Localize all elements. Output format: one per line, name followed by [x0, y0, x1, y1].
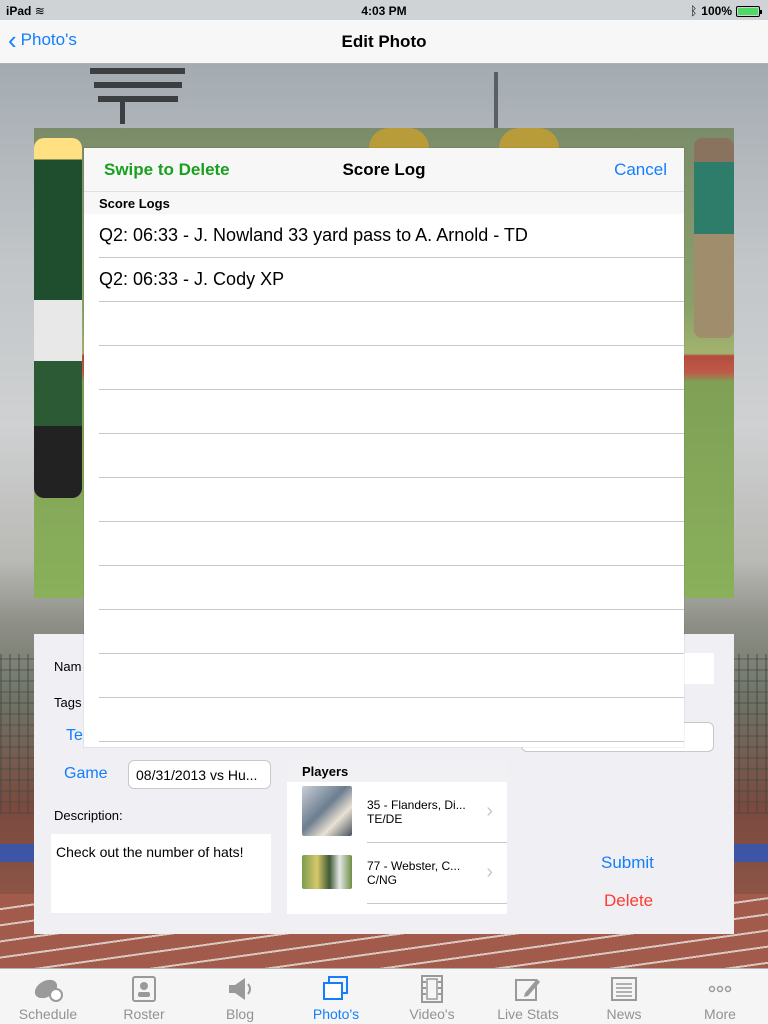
stadium-light-image — [90, 68, 185, 124]
description-label: Description: — [54, 808, 123, 823]
team-button[interactable]: Te — [66, 727, 83, 745]
popover-title: Score Log — [342, 160, 426, 179]
players-list: Players 35 - Flanders, Di... TE/DE › 77 … — [287, 760, 507, 914]
page-title: Edit Photo — [341, 32, 427, 51]
score-log-list: Q2: 06:33 - J. Nowland 33 yard pass to A… — [84, 214, 684, 742]
status-bar: iPad ≋ 4:03 PM ᛒ 100% — [0, 0, 768, 20]
football-calendar-icon — [32, 975, 64, 1003]
more-icon — [704, 975, 736, 1003]
tab-bar: Schedule Roster Blog Photo's Video's Liv… — [0, 968, 768, 1024]
game-field[interactable]: 08/31/2013 vs Hu... — [128, 760, 271, 789]
name-label: Nam — [54, 659, 82, 674]
tab-videos[interactable]: Video's — [384, 969, 480, 1024]
empty-row — [99, 698, 684, 742]
submit-button[interactable]: Submit — [601, 853, 654, 873]
empty-row — [99, 610, 684, 654]
player-name: 35 - Flanders, Di... — [367, 798, 466, 812]
tab-live-stats[interactable]: Live Stats — [480, 969, 576, 1024]
player-thumbnail — [302, 855, 352, 889]
popover-toolbar: Swipe to Delete Score Log Cancel — [84, 148, 684, 192]
score-log-entry[interactable]: Q2: 06:33 - J. Cody XP — [99, 258, 684, 302]
tab-photos[interactable]: Photo's — [288, 969, 384, 1024]
tab-label: Blog — [225, 1006, 255, 1022]
cancel-button[interactable]: Cancel — [614, 160, 667, 180]
navigation-bar: ‹ Photo's Edit Photo — [0, 20, 768, 64]
tab-schedule[interactable]: Schedule — [0, 969, 96, 1024]
chevron-right-icon: › — [486, 861, 493, 883]
megaphone-icon — [224, 975, 256, 1003]
empty-row — [99, 434, 684, 478]
tab-label: Video's — [409, 1006, 455, 1022]
player-position: TE/DE — [367, 812, 403, 826]
tab-news[interactable]: News — [576, 969, 672, 1024]
tab-blog[interactable]: Blog — [192, 969, 288, 1024]
players-header: Players — [287, 760, 507, 782]
battery-percent: 100% — [701, 4, 732, 18]
empty-row — [99, 390, 684, 434]
empty-row — [99, 566, 684, 610]
bluetooth-icon: ᛒ — [690, 4, 698, 18]
tab-label: Roster — [123, 1006, 165, 1022]
empty-row — [99, 346, 684, 390]
player-position: C/NG — [367, 873, 397, 887]
film-icon — [416, 975, 448, 1003]
newspaper-icon — [608, 975, 640, 1003]
tab-label: Photo's — [312, 1006, 360, 1022]
player-row[interactable]: 35 - Flanders, Di... TE/DE › — [287, 782, 507, 842]
tab-label: Schedule — [18, 1006, 78, 1022]
tags-label: Tags — [54, 695, 82, 710]
score-log-entry[interactable]: Q2: 06:33 - J. Nowland 33 yard pass to A… — [99, 214, 684, 258]
player-thumbnail — [302, 786, 352, 836]
tab-roster[interactable]: Roster — [96, 969, 192, 1024]
tab-label: Live Stats — [497, 1006, 559, 1022]
score-log-popover: Swipe to Delete Score Log Cancel Score L… — [84, 148, 684, 747]
tab-label: More — [704, 1006, 736, 1022]
description-textarea[interactable]: Check out the number of hats! — [51, 834, 271, 913]
status-time: 4:03 PM — [361, 4, 407, 18]
roster-icon — [128, 975, 160, 1003]
empty-row — [99, 302, 684, 346]
score-logs-section-header: Score Logs — [84, 192, 684, 214]
game-button[interactable]: Game — [64, 765, 108, 783]
player-row[interactable]: 77 - Webster, C... C/NG › — [287, 843, 507, 903]
photos-icon — [320, 975, 352, 1003]
empty-row — [99, 522, 684, 566]
battery-icon — [736, 5, 762, 17]
player-name: 77 - Webster, C... — [367, 859, 461, 873]
edit-stats-icon — [512, 975, 544, 1003]
chevron-right-icon: › — [486, 800, 493, 822]
empty-row — [99, 478, 684, 522]
empty-row — [99, 654, 684, 698]
delete-button[interactable]: Delete — [604, 891, 653, 911]
tab-more[interactable]: More — [672, 969, 768, 1024]
tab-label: News — [606, 1006, 642, 1022]
